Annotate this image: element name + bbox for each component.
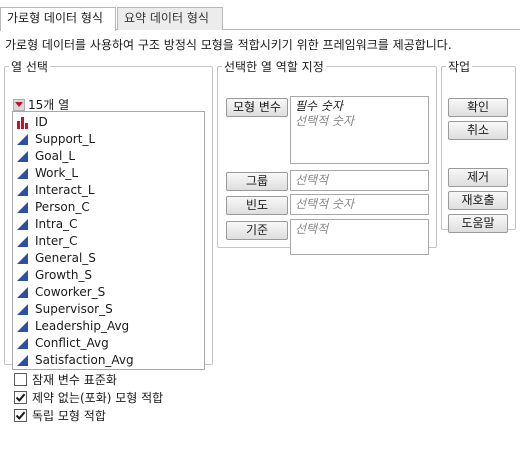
checkbox-box[interactable] xyxy=(14,409,27,422)
standardize-latent-checkbox[interactable]: 잠재 변수 표준화 xyxy=(14,371,117,388)
model-variables-button[interactable]: 모형 변수 xyxy=(226,98,288,117)
freq-dropzone[interactable]: 선택적 숫자 xyxy=(290,194,429,215)
continuous-column-icon xyxy=(17,287,28,298)
fit-saturated-model-checkbox[interactable]: 제약 없는(포화) 모형 적합 xyxy=(14,389,163,406)
model-variables-required-hint: 필수 숫자 xyxy=(295,99,343,113)
select-columns-legend: 열 선택 xyxy=(11,60,48,74)
column-list-item[interactable]: General_S xyxy=(13,250,204,267)
column-list-item[interactable]: Person_C xyxy=(13,199,204,216)
by-button[interactable]: 기준 xyxy=(226,221,288,240)
continuous-column-icon xyxy=(17,253,28,264)
continuous-column-icon xyxy=(17,168,28,179)
checkmark-icon xyxy=(15,393,26,402)
continuous-column-icon xyxy=(17,185,28,196)
standardize-latent-label: 잠재 변수 표준화 xyxy=(32,373,117,387)
tab-bar: 가로형 데이터 형식 요약 데이터 형식 xyxy=(0,0,520,31)
continuous-column-icon xyxy=(17,338,28,349)
remove-button[interactable]: 제거 xyxy=(448,168,508,187)
continuous-column-icon xyxy=(17,321,28,332)
column-name: Person_C xyxy=(35,200,90,214)
column-list-item[interactable]: Interact_L xyxy=(13,182,204,199)
recall-button[interactable]: 재호출 xyxy=(448,191,508,210)
continuous-column-icon xyxy=(17,236,28,247)
tab-summary-format[interactable]: 요약 데이터 형식 xyxy=(117,7,223,30)
fit-independence-model-checkbox[interactable]: 독립 모형 적합 xyxy=(14,407,106,424)
roles-panel: 선택한 열 역할 지정 모형 변수 필수 숫자 선택적 숫자 그룹 선택적 빈도… xyxy=(217,58,437,255)
group-optional-hint: 선택적 xyxy=(295,173,329,187)
continuous-column-icon xyxy=(17,219,28,230)
column-name: Intra_C xyxy=(35,217,78,231)
by-dropzone[interactable]: 선택적 xyxy=(290,219,429,255)
continuous-column-icon xyxy=(17,270,28,281)
column-list-item[interactable]: Goal_L xyxy=(13,148,204,165)
column-name: Support_L xyxy=(35,132,96,146)
action-panel: 작업 확인 취소 제거 재호출 도움말 xyxy=(441,58,516,233)
roles-legend: 선택한 열 역할 지정 xyxy=(224,60,324,74)
column-name: Coworker_S xyxy=(35,285,106,299)
continuous-column-icon xyxy=(17,304,28,315)
column-list-item[interactable]: Inter_C xyxy=(13,233,204,250)
column-name: Work_L xyxy=(35,166,79,180)
column-list-item[interactable]: Satisfaction_Avg xyxy=(13,352,204,369)
model-variables-dropzone[interactable]: 필수 숫자 선택적 숫자 xyxy=(290,96,429,164)
tab-wide-format[interactable]: 가로형 데이터 형식 xyxy=(0,7,116,31)
column-list-item[interactable]: Growth_S xyxy=(13,267,204,284)
column-name: Goal_L xyxy=(35,149,76,163)
help-button[interactable]: 도움말 xyxy=(448,214,508,233)
checkbox-box[interactable] xyxy=(14,373,27,386)
fit-independence-model-label: 독립 모형 적합 xyxy=(32,409,106,423)
column-list-item[interactable]: Work_L xyxy=(13,165,204,182)
column-name: Growth_S xyxy=(35,268,93,282)
column-list-item[interactable]: Conflict_Avg xyxy=(13,335,204,352)
column-name: General_S xyxy=(35,251,96,265)
ok-button[interactable]: 확인 xyxy=(448,98,508,117)
freq-button[interactable]: 빈도 xyxy=(226,196,288,215)
column-name: Leadership_Avg xyxy=(35,319,130,333)
select-columns-panel: 열 선택 15개 열 ID Support_L Goal_L Work_L Intera… xyxy=(4,58,213,370)
continuous-column-icon xyxy=(17,355,28,366)
column-list-item[interactable]: Intra_C xyxy=(13,216,204,233)
group-button[interactable]: 그룹 xyxy=(226,172,288,191)
fit-saturated-model-label: 제약 없는(포화) 모형 적합 xyxy=(32,391,164,405)
continuous-column-icon xyxy=(17,134,28,145)
platform-description: 가로형 데이터를 사용하여 구조 방정식 모형을 적합시키기 위한 프레임워크를… xyxy=(5,38,452,52)
column-name: Inter_C xyxy=(35,234,78,248)
model-variables-optional-hint: 선택적 숫자 xyxy=(295,114,355,128)
column-name: Interact_L xyxy=(35,183,95,197)
column-name: Satisfaction_Avg xyxy=(35,353,134,367)
continuous-column-icon xyxy=(17,202,28,213)
column-list-item[interactable]: Coworker_S xyxy=(13,284,204,301)
freq-optional-hint: 선택적 숫자 xyxy=(295,197,355,211)
column-name: ID xyxy=(35,115,48,129)
continuous-column-icon xyxy=(17,151,28,162)
column-list-item[interactable]: Supervisor_S xyxy=(13,301,204,318)
nominal-column-icon xyxy=(17,117,28,129)
column-list-item[interactable]: Leadership_Avg xyxy=(13,318,204,335)
column-name: Supervisor_S xyxy=(35,302,113,316)
column-list-item[interactable]: Support_L xyxy=(13,131,204,148)
column-name: Conflict_Avg xyxy=(35,336,109,350)
cancel-button[interactable]: 취소 xyxy=(448,121,508,140)
checkbox-box[interactable] xyxy=(14,391,27,404)
column-list-item[interactable]: ID xyxy=(13,114,204,131)
action-legend: 작업 xyxy=(448,60,471,74)
group-dropzone[interactable]: 선택적 xyxy=(290,170,429,191)
checkmark-icon xyxy=(15,411,26,420)
by-optional-hint: 선택적 xyxy=(295,222,329,236)
column-list[interactable]: ID Support_L Goal_L Work_L Interact_L Person_… xyxy=(12,111,205,370)
dropdown-triangle-icon[interactable] xyxy=(13,98,25,111)
